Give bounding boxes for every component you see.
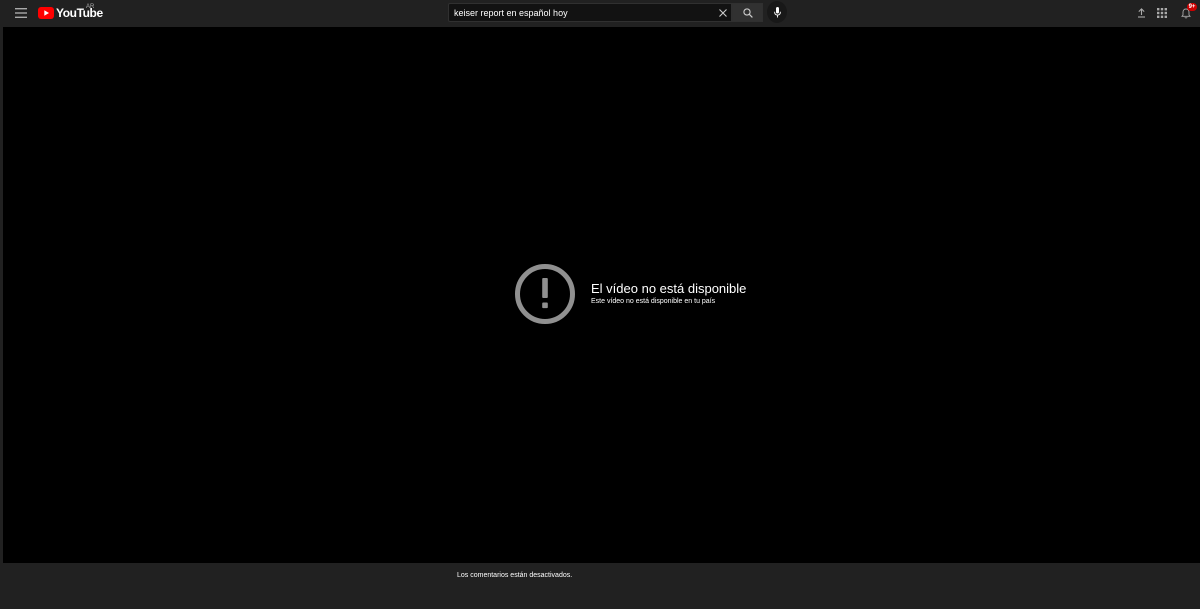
notification-badge: 9+ <box>1187 3 1197 11</box>
search-box[interactable] <box>448 3 732 22</box>
close-icon[interactable] <box>715 1 731 25</box>
youtube-play-logo-icon <box>38 7 54 19</box>
search-icon <box>742 7 753 18</box>
apps-grid-icon[interactable] <box>1150 1 1174 25</box>
video-player[interactable]: El vídeo no está disponible Este vídeo n… <box>3 27 1200 563</box>
search-button[interactable] <box>732 3 763 22</box>
comments-disabled-message: Los comentarios están desactivados. <box>457 572 573 579</box>
microphone-icon[interactable] <box>767 1 787 23</box>
country-code: AR <box>86 4 95 10</box>
error-title: El vídeo no está disponible <box>591 281 747 296</box>
search-input[interactable] <box>449 4 709 21</box>
error-subtitle: Este vídeo no está disponible en tu país <box>591 298 716 305</box>
logo-text: YouTube <box>56 6 103 20</box>
masthead: YouTube AR keiser report en español hoy … <box>0 0 1200 26</box>
hamburger-menu-icon[interactable] <box>9 1 33 25</box>
exclamation-circle-icon <box>515 264 575 324</box>
